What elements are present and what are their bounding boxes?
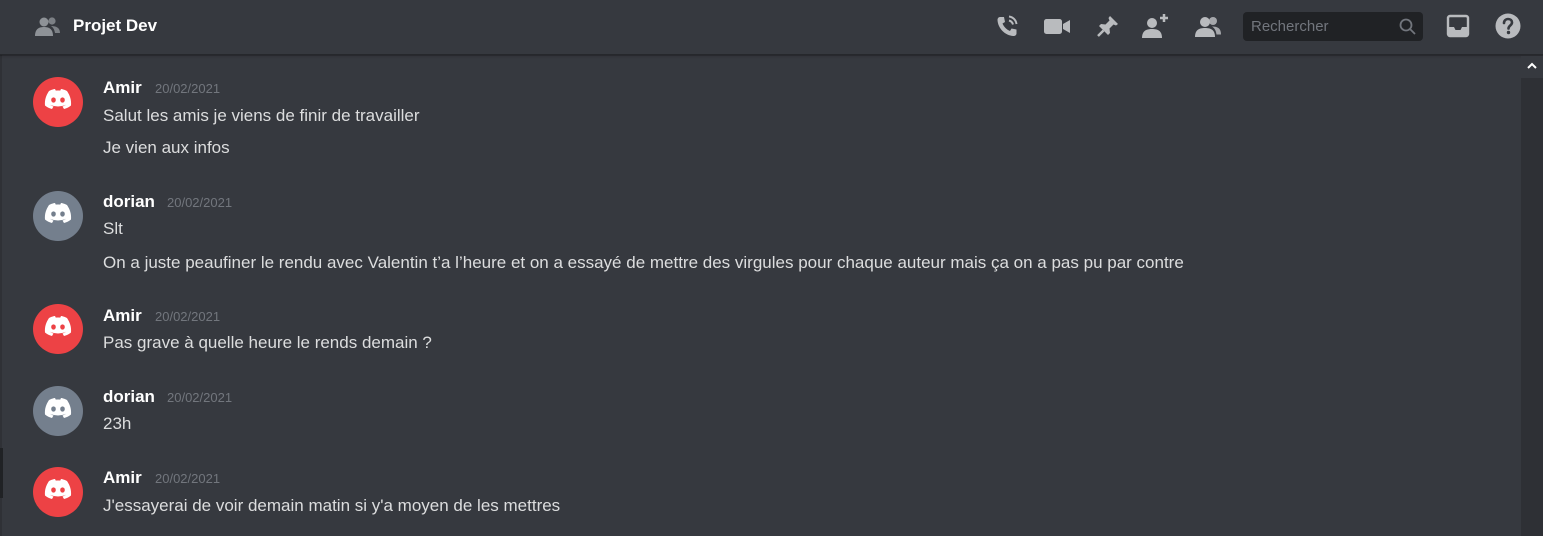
- message-timestamp: 20/02/2021: [155, 471, 221, 486]
- voice-call-button[interactable]: [994, 13, 1020, 39]
- message-text: 23h: [103, 414, 132, 433]
- pinned-messages-button[interactable]: [1095, 13, 1121, 39]
- message-timestamp: 20/02/2021: [155, 309, 221, 324]
- discord-logo-icon: [43, 397, 73, 425]
- search-icon: [1399, 18, 1416, 35]
- discord-logo-icon: [43, 202, 73, 230]
- message-text: On a juste peaufiner le rendu avec Valen…: [103, 253, 1184, 272]
- discord-logo-icon: [43, 478, 73, 506]
- discord-logo-icon: [43, 315, 73, 343]
- discord-logo-icon: [43, 88, 73, 116]
- inbox-button[interactable]: [1445, 13, 1471, 39]
- message-author[interactable]: dorian: [103, 191, 155, 213]
- avatar[interactable]: [33, 467, 83, 517]
- scroll-up-arrow-icon[interactable]: [1526, 58, 1538, 74]
- avatar[interactable]: [33, 304, 83, 354]
- message-text: Je vien aux infos: [103, 138, 230, 157]
- message-author[interactable]: dorian: [103, 386, 155, 408]
- message-timestamp: 20/02/2021: [167, 195, 233, 210]
- help-icon: [1495, 13, 1521, 39]
- avatar[interactable]: [33, 191, 83, 241]
- channel-header: Projet Dev Rechercher: [0, 0, 1543, 55]
- channel-title: Projet Dev: [73, 16, 158, 35]
- video-call-button[interactable]: [1044, 13, 1070, 39]
- inbox-icon: [1446, 14, 1470, 38]
- voice-call-icon: [994, 14, 1020, 38]
- message-text: Slt: [103, 219, 123, 238]
- help-button[interactable]: [1495, 13, 1521, 39]
- add-member-button[interactable]: [1142, 13, 1172, 39]
- message-author[interactable]: Amir: [103, 77, 142, 99]
- message-author[interactable]: Amir: [103, 305, 142, 327]
- message-text: Pas grave à quelle heure le rends demain…: [103, 333, 432, 352]
- avatar[interactable]: [33, 77, 83, 127]
- member-list-icon: [1194, 14, 1222, 38]
- search-input[interactable]: Rechercher: [1243, 12, 1423, 41]
- message-text: Salut les amis je viens de finir de trav…: [103, 106, 420, 125]
- message-text: J'essayerai de voir demain matin si y'a …: [103, 496, 561, 515]
- message-list: Amir 20/02/2021 Salut les amis je viens …: [0, 56, 1521, 536]
- message-author[interactable]: Amir: [103, 467, 142, 489]
- add-member-icon: [1142, 13, 1172, 39]
- avatar[interactable]: [33, 386, 83, 436]
- member-list-button[interactable]: [1195, 13, 1221, 39]
- pin-icon: [1096, 14, 1120, 38]
- message-timestamp: 20/02/2021: [167, 390, 233, 405]
- group-dm-icon: [34, 15, 61, 37]
- scrollbar-track[interactable]: [1521, 78, 1543, 536]
- search-placeholder: Rechercher: [1251, 18, 1329, 35]
- message-timestamp: 20/02/2021: [155, 81, 221, 96]
- video-call-icon: [1043, 16, 1071, 36]
